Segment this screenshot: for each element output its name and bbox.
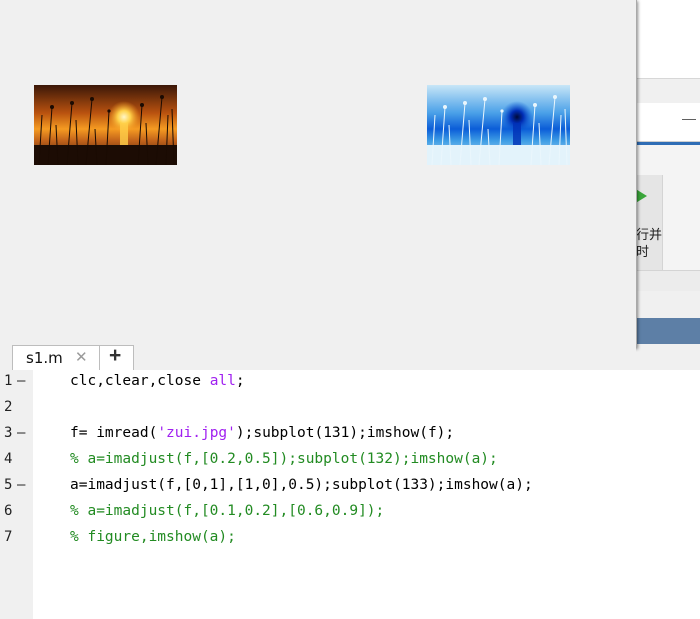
code-token: ; xyxy=(235,373,245,389)
line-number: 4 xyxy=(4,451,13,467)
sunset-image xyxy=(34,85,177,165)
breakpoint-marker[interactable]: — xyxy=(17,477,25,493)
breakpoint-marker[interactable]: — xyxy=(17,373,25,389)
code-text: % figure,imshow(a); xyxy=(70,529,236,545)
line-number: 3 xyxy=(4,425,13,441)
ribbon-section-footer xyxy=(636,270,700,291)
code-text: f= imread('zui.jpg');subplot(131);imshow… xyxy=(70,425,454,441)
comment-token: % a=imadjust(f,[0.2,0.5]);subplot(132);i… xyxy=(70,451,498,467)
code-token: a=imadjust(f,[0,1],[1,0],0.5);subplot(13… xyxy=(70,477,533,493)
editor-tab-bar: s1.m ✕ + xyxy=(0,344,636,371)
code-text: a=imadjust(f,[0,1],[1,0],0.5);subplot(13… xyxy=(70,477,533,493)
code-text: clc,clear,close all; xyxy=(70,373,245,389)
code-text: % a=imadjust(f,[0.2,0.5]);subplot(132);i… xyxy=(70,451,498,467)
tab-label: s1.m xyxy=(26,349,63,367)
editor-tabbar-extension xyxy=(636,344,700,370)
line-number: 6 xyxy=(4,503,13,519)
breakpoint-marker[interactable]: — xyxy=(17,425,25,441)
code-token: f= imread( xyxy=(70,425,158,441)
comment-token: % figure,imshow(a); xyxy=(70,529,236,545)
string-token: all xyxy=(209,373,236,389)
comment-token: % a=imadjust(f,[0.1,0.2],[0.6,0.9]); xyxy=(70,503,385,519)
minimize-icon[interactable]: — xyxy=(682,110,696,126)
new-tab-button[interactable]: + xyxy=(99,344,134,370)
plus-icon: + xyxy=(109,344,122,367)
code-line[interactable]: 4 % a=imadjust(f,[0.2,0.5]);subplot(132);… xyxy=(0,448,700,474)
line-number: 5 xyxy=(4,477,13,493)
code-line[interactable]: 6 % a=imadjust(f,[0.1,0.2],[0.6,0.9]); xyxy=(0,500,700,526)
negative-sunset-image xyxy=(427,85,570,165)
line-number: 2 xyxy=(4,399,13,415)
toolstrip-row xyxy=(636,79,700,103)
line-number: 7 xyxy=(4,529,13,545)
run-button-label[interactable]: 行并 时 xyxy=(636,226,662,260)
code-editor[interactable]: 1— clc,clear,close all; 2 3— f= imread('zui.… xyxy=(0,370,700,619)
string-token: 'zui.jpg' xyxy=(157,425,236,441)
figure-window[interactable] xyxy=(0,0,637,348)
code-line[interactable]: 1— clc,clear,close all; xyxy=(0,370,700,396)
ribbon-separator xyxy=(662,175,663,270)
code-token: clc,clear,close xyxy=(70,373,210,389)
address-bar-band xyxy=(636,318,700,344)
code-line[interactable]: 2 xyxy=(0,396,700,422)
code-token: );subplot(131);imshow(f); xyxy=(235,425,455,441)
close-icon[interactable]: ✕ xyxy=(75,348,88,366)
code-text: % a=imadjust(f,[0.1,0.2],[0.6,0.9]); xyxy=(70,503,384,519)
code-line[interactable]: 5— a=imadjust(f,[0,1],[1,0],0.5);subplot(… xyxy=(0,474,700,500)
code-line[interactable]: 3— f= imread('zui.jpg');subplot(131);imsh… xyxy=(0,422,700,448)
code-line[interactable]: 7 % figure,imshow(a); xyxy=(0,526,700,552)
title-area xyxy=(636,0,700,78)
tab-s1-m[interactable]: s1.m ✕ xyxy=(12,345,102,370)
line-number: 1 xyxy=(4,373,13,389)
